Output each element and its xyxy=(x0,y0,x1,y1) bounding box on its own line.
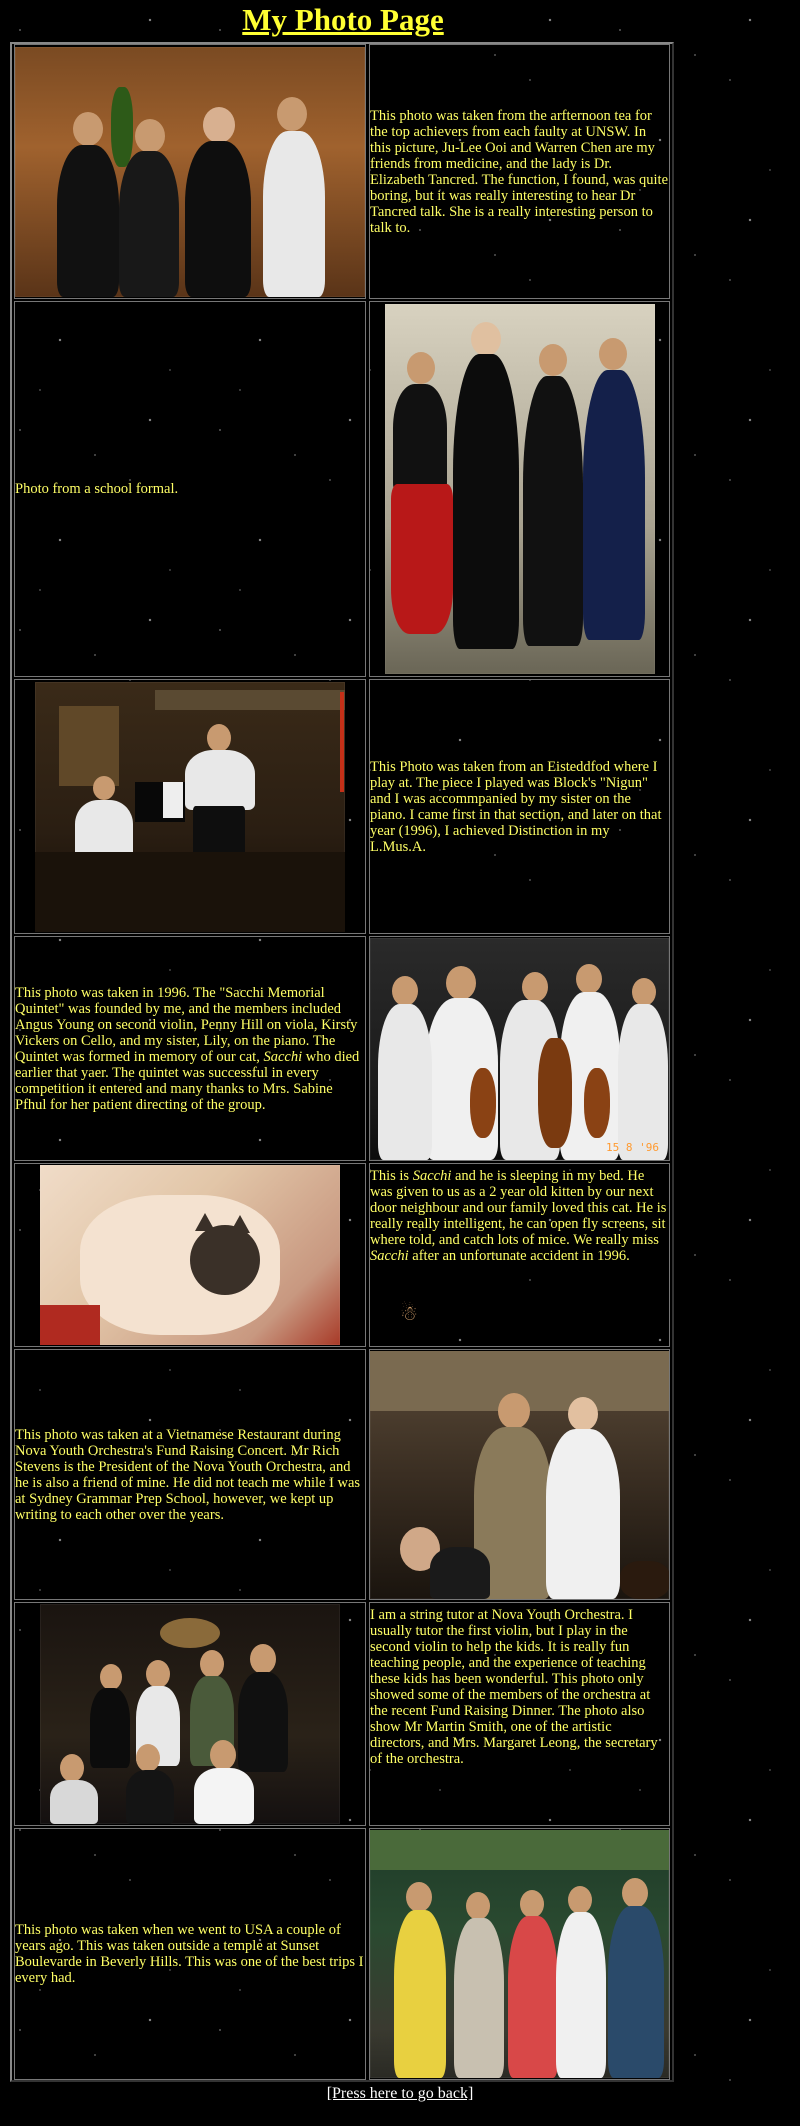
text-cell: I am a string tutor at Nova Youth Orches… xyxy=(369,1602,670,1826)
usa-trip-photo xyxy=(370,1830,669,2078)
photo-table: This photo was taken from the arfternoon… xyxy=(10,42,674,2082)
text-cell: This Photo was taken from an Eisteddfod … xyxy=(369,679,670,934)
photo-row: This photo was taken from the arfternoon… xyxy=(12,44,672,299)
caption-text: Photo from a school formal. xyxy=(15,481,179,497)
cat-photo xyxy=(40,1165,340,1345)
caption-text: I am a string tutor at Nova Youth Orches… xyxy=(370,1607,658,1767)
caption-text: This photo was taken from the arfternoon… xyxy=(370,107,669,236)
text-cell: This photo was taken at a Vietnamese Res… xyxy=(14,1349,366,1600)
text-cell: This is Sacchi and he is sleeping in my … xyxy=(369,1163,670,1347)
back-link[interactable]: [Press here to go back] xyxy=(327,2085,474,2102)
orchestra-dinner-photo xyxy=(40,1604,340,1824)
photo-row: This Photo was taken from an Eisteddfod … xyxy=(12,679,672,934)
photo-row: I am a string tutor at Nova Youth Orches… xyxy=(12,1602,672,1826)
page: { "page": { "title": "My Photo Page", "b… xyxy=(0,0,800,2126)
caption-text: This photo was taken in 1996. The "Sacch… xyxy=(15,984,360,1113)
photo-cell xyxy=(14,44,366,299)
photo-cell xyxy=(14,1602,366,1826)
page-title: My Photo Page xyxy=(242,2,444,37)
text-cell: This photo was taken when we went to USA… xyxy=(14,1828,366,2080)
caption-text: This photo was taken at a Vietnamese Res… xyxy=(15,1426,361,1523)
quintet-photo: 15 8 '96 xyxy=(370,937,669,1160)
photo-row: This photo was taken when we went to USA… xyxy=(12,1828,672,2080)
text-cell: Photo from a school formal. xyxy=(14,301,366,677)
teddy-bear-icon: ☃ xyxy=(400,1303,418,1325)
text-cell: This photo was taken from the arfternoon… xyxy=(369,44,670,299)
caption-text: This photo was taken when we went to USA… xyxy=(15,1922,364,1986)
restaurant-photo xyxy=(370,1350,669,1599)
photo-cell xyxy=(369,1828,670,2080)
photo-cell: 15 8 '96 xyxy=(369,936,670,1161)
photo-cell xyxy=(14,1163,366,1347)
caption-text: This is Sacchi and he is sleeping in my … xyxy=(370,1168,667,1264)
back-link-wrap: [Press here to go back] xyxy=(325,2085,475,2103)
photo-row: This is Sacchi and he is sleeping in my … xyxy=(12,1163,672,1347)
caption-text: This Photo was taken from an Eisteddfod … xyxy=(370,758,662,855)
photo-row: This photo was taken at a Vietnamese Res… xyxy=(12,1349,672,1600)
photo-cell xyxy=(369,301,670,677)
photo-cell xyxy=(14,679,366,934)
photo-cell xyxy=(369,1349,670,1600)
photo-row: Photo from a school formal. xyxy=(12,301,672,677)
tea-photo xyxy=(15,46,365,297)
photo-date-stamp: 15 8 '96 xyxy=(606,1140,659,1154)
eisteddfod-photo xyxy=(35,681,345,932)
formal-photo xyxy=(384,304,655,674)
text-cell: This photo was taken in 1996. The "Sacch… xyxy=(14,936,366,1161)
photo-row: This photo was taken in 1996. The "Sacch… xyxy=(12,936,672,1161)
